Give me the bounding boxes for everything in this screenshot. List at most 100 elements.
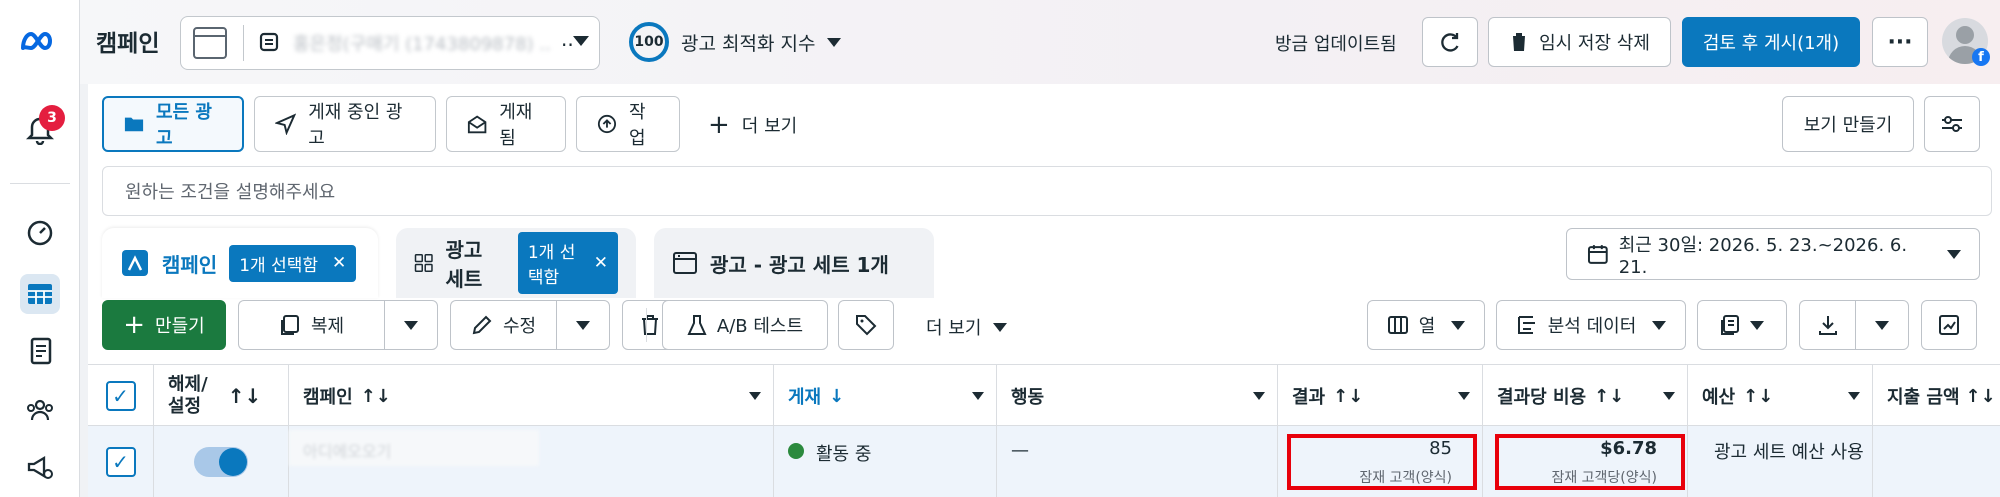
- edit-button[interactable]: 수정: [450, 300, 556, 350]
- audiences-icon[interactable]: [20, 390, 60, 430]
- close-icon[interactable]: ✕: [332, 253, 346, 273]
- opt-score-label: 광고 최적화 지수: [681, 32, 816, 55]
- window-icon: [193, 27, 227, 59]
- sort-icon[interactable]: ↑↓: [1966, 386, 1996, 407]
- table-header: ✓ 해제/ 설정 ↑↓ 캠페인 ↑↓ 게재 ↓ 행동 결과 ↑↓ 결과당 비용 …: [88, 364, 2000, 427]
- chart-view-button[interactable]: [1921, 300, 1977, 350]
- sort-icon[interactable]: ↑↓: [228, 385, 262, 407]
- refresh-button[interactable]: [1422, 17, 1478, 67]
- page-title: 캠페인: [96, 31, 160, 57]
- sort-icon[interactable]: ↑↓: [1743, 386, 1773, 407]
- date-range-picker[interactable]: 최근 30일: 2026. 5. 23.~2026. 6. 21.: [1566, 228, 1980, 280]
- row-toggle-cell: [154, 426, 289, 497]
- duplicate-dropdown[interactable]: [384, 300, 438, 350]
- chevron-down-icon: [1451, 320, 1466, 330]
- campaign-selected-chip[interactable]: 1개 선택함 ✕: [229, 244, 357, 282]
- adset-selected-chip[interactable]: 1개 선택함 ✕: [517, 232, 618, 294]
- campaign-on-off-toggle[interactable]: [194, 446, 248, 477]
- col-campaign[interactable]: 캠페인 ↑↓: [289, 365, 774, 427]
- chevron-down-icon: [993, 322, 1008, 332]
- chevron-down-icon[interactable]: [1253, 392, 1265, 400]
- plus-icon: +: [123, 310, 146, 340]
- chevron-down-icon[interactable]: [1663, 392, 1675, 400]
- sort-down-icon[interactable]: ↓: [829, 386, 844, 407]
- sort-icon[interactable]: ↑↓: [1333, 386, 1363, 407]
- action-value: —: [1011, 440, 1029, 461]
- results-highlight-box: [1287, 434, 1477, 490]
- tab-published[interactable]: 게재됨: [446, 96, 566, 152]
- chevron-down-icon[interactable]: [1848, 392, 1860, 400]
- check-icon: ✓: [112, 384, 129, 408]
- table-row[interactable]: ✓ 아디에오오기 활동 중 — 85 잠재 고객(양식) $6.78 잠재 고객…: [88, 426, 2000, 497]
- close-icon[interactable]: ✕: [594, 253, 608, 273]
- ab-test-button[interactable]: A/B 테스트: [662, 300, 828, 350]
- chevron-down-icon[interactable]: [749, 392, 761, 400]
- review-publish-button[interactable]: 검토 후 게시(1개): [1682, 17, 1860, 67]
- search-input[interactable]: 원하는 조건을 설명해주세요: [102, 166, 1992, 216]
- row-spent-cell: [1873, 426, 2000, 497]
- optimization-score[interactable]: 100 광고 최적화 지수: [629, 22, 842, 62]
- trash-icon: [1511, 33, 1528, 51]
- sort-icon[interactable]: ↑↓: [1594, 386, 1624, 407]
- check-icon: ✓: [112, 449, 129, 474]
- col-action[interactable]: 행동: [997, 365, 1278, 427]
- sort-icon[interactable]: ↑↓: [361, 386, 391, 407]
- chevron-down-icon[interactable]: [972, 392, 984, 400]
- more-actions-button[interactable]: 더 보기: [926, 314, 1008, 340]
- col-toggle[interactable]: 해제/ 설정 ↑↓: [154, 365, 289, 427]
- chevron-down-icon[interactable]: [1458, 392, 1470, 400]
- rail-divider: [10, 183, 70, 184]
- tab-campaigns[interactable]: 캠페인 1개 선택함 ✕: [102, 228, 378, 298]
- tab-actions[interactable]: 작업: [576, 96, 680, 152]
- campaign-flag-icon: [122, 250, 148, 276]
- discard-drafts-button[interactable]: 임시 저장 삭제: [1488, 17, 1671, 67]
- create-view-button[interactable]: 보기 만들기: [1782, 96, 1914, 152]
- reports-icon[interactable]: [20, 332, 60, 372]
- duplicate-button[interactable]: 복제: [238, 300, 384, 350]
- more-tabs-button[interactable]: + 더 보기: [708, 112, 797, 138]
- ads-manager-table-icon[interactable]: [20, 274, 60, 314]
- ad-account-icon: [259, 31, 283, 53]
- tab-active-ads[interactable]: 게재 중인 광고: [254, 96, 436, 152]
- columns-icon: [1387, 316, 1408, 334]
- facebook-badge-icon: f: [1972, 48, 1990, 66]
- more-options-button[interactable]: ···: [1872, 17, 1928, 67]
- toolbar-divider: [646, 308, 647, 342]
- chevron-down-icon: [1750, 320, 1764, 330]
- active-status-dot: [788, 443, 804, 459]
- export-button[interactable]: [1799, 300, 1855, 350]
- export-dropdown[interactable]: [1855, 300, 1909, 350]
- notification-badge: 3: [39, 105, 65, 131]
- col-delivery[interactable]: 게재 ↓: [774, 365, 997, 427]
- tab-ad-sets[interactable]: 광고 세트 1개 선택함 ✕: [396, 228, 636, 298]
- col-cost-per-result[interactable]: 결과당 비용 ↑↓: [1483, 365, 1688, 427]
- tab-all-ads[interactable]: 모든 광고: [102, 96, 244, 152]
- tag-button[interactable]: [838, 300, 894, 350]
- select-all-checkbox[interactable]: ✓: [105, 381, 136, 411]
- flask-icon: [687, 315, 707, 335]
- create-button[interactable]: + 만들기: [102, 300, 226, 350]
- megaphone-settings-icon[interactable]: [20, 448, 60, 488]
- col-budget[interactable]: 예산 ↑↓: [1688, 365, 1873, 427]
- campaign-name-link[interactable]: 아디에오오기: [289, 430, 539, 466]
- plus-icon: +: [708, 110, 730, 140]
- meta-logo-icon[interactable]: [20, 22, 60, 62]
- columns-button[interactable]: 열: [1367, 300, 1485, 350]
- breakdown-button[interactable]: 분석 데이터: [1496, 300, 1686, 350]
- edit-dropdown[interactable]: [556, 300, 610, 350]
- send-icon: [275, 113, 297, 135]
- row-checkbox[interactable]: ✓: [105, 446, 136, 477]
- report-icon: [1721, 315, 1739, 335]
- select-all-cell: ✓: [88, 365, 154, 427]
- chevron-down-icon: [827, 37, 842, 47]
- left-nav-rail: 3: [0, 0, 80, 497]
- tab-ads[interactable]: 광고 - 광고 세트 1개: [654, 228, 934, 298]
- reports-button[interactable]: [1697, 300, 1787, 350]
- chevron-down-icon: [576, 320, 590, 330]
- row-select-cell: ✓: [88, 426, 154, 497]
- view-settings-button[interactable]: [1924, 96, 1980, 152]
- col-amount-spent[interactable]: 지출 금액 ↑↓: [1873, 365, 2000, 427]
- col-results[interactable]: 결과 ↑↓: [1278, 365, 1483, 427]
- account-selector[interactable]: 홍은정(구매기 (1743809878) .. ..: [180, 16, 600, 70]
- dashboard-gauge-icon[interactable]: [20, 213, 60, 253]
